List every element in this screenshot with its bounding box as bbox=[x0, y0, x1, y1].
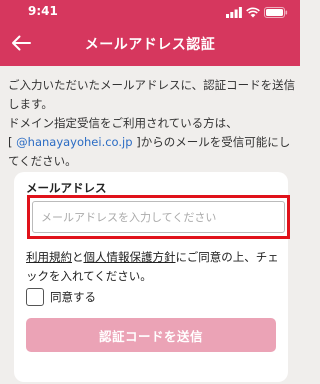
email-input[interactable] bbox=[32, 201, 285, 233]
status-icons bbox=[226, 6, 288, 18]
status-bar: 9:41 bbox=[0, 0, 300, 24]
app-header: 9:41 メールアドレス認証 bbox=[0, 0, 300, 66]
wifi-icon bbox=[246, 7, 260, 17]
privacy-policy-link[interactable]: 個人情報保護方針 bbox=[84, 250, 176, 264]
agree-label: 同意する bbox=[50, 290, 96, 304]
intro-line-2: ドメイン指定受信をご利用されている方は、 bbox=[8, 116, 238, 130]
domain-text: @hanayayohei.co.jp bbox=[16, 135, 133, 149]
and-text: と bbox=[72, 250, 84, 264]
send-code-button[interactable]: 認証コードを送信 bbox=[26, 318, 276, 352]
intro-line-1: ご入力いただいたメールアドレスに、認証コードを送信します。 bbox=[8, 78, 296, 111]
status-time: 9:41 bbox=[28, 4, 58, 18]
battery-icon bbox=[264, 6, 288, 18]
email-label: メールアドレス bbox=[26, 181, 107, 195]
terms-link[interactable]: 利用規約 bbox=[26, 250, 72, 264]
intro-line-3: [ @hanayayohei.co.jp ]からのメールを受信可能にしてください… bbox=[8, 133, 296, 171]
agree-checkbox[interactable] bbox=[26, 288, 44, 306]
agree-checkbox-row[interactable]: 同意する bbox=[26, 287, 96, 307]
consent-text: 利用規約と個人情報保護方針にご同意の上、チェックを入れてください。 bbox=[26, 248, 282, 286]
cellular-signal-icon bbox=[226, 6, 242, 18]
page-title: メールアドレス認証 bbox=[84, 37, 216, 53]
email-form-card: メールアドレス 利用規約と個人情報保護方針にご同意の上、チェックを入れてください… bbox=[14, 172, 290, 382]
bracket-open: [ bbox=[8, 135, 13, 149]
intro-text: ご入力いただいたメールアドレスに、認証コードを送信します。 ドメイン指定受信をご… bbox=[8, 76, 296, 171]
